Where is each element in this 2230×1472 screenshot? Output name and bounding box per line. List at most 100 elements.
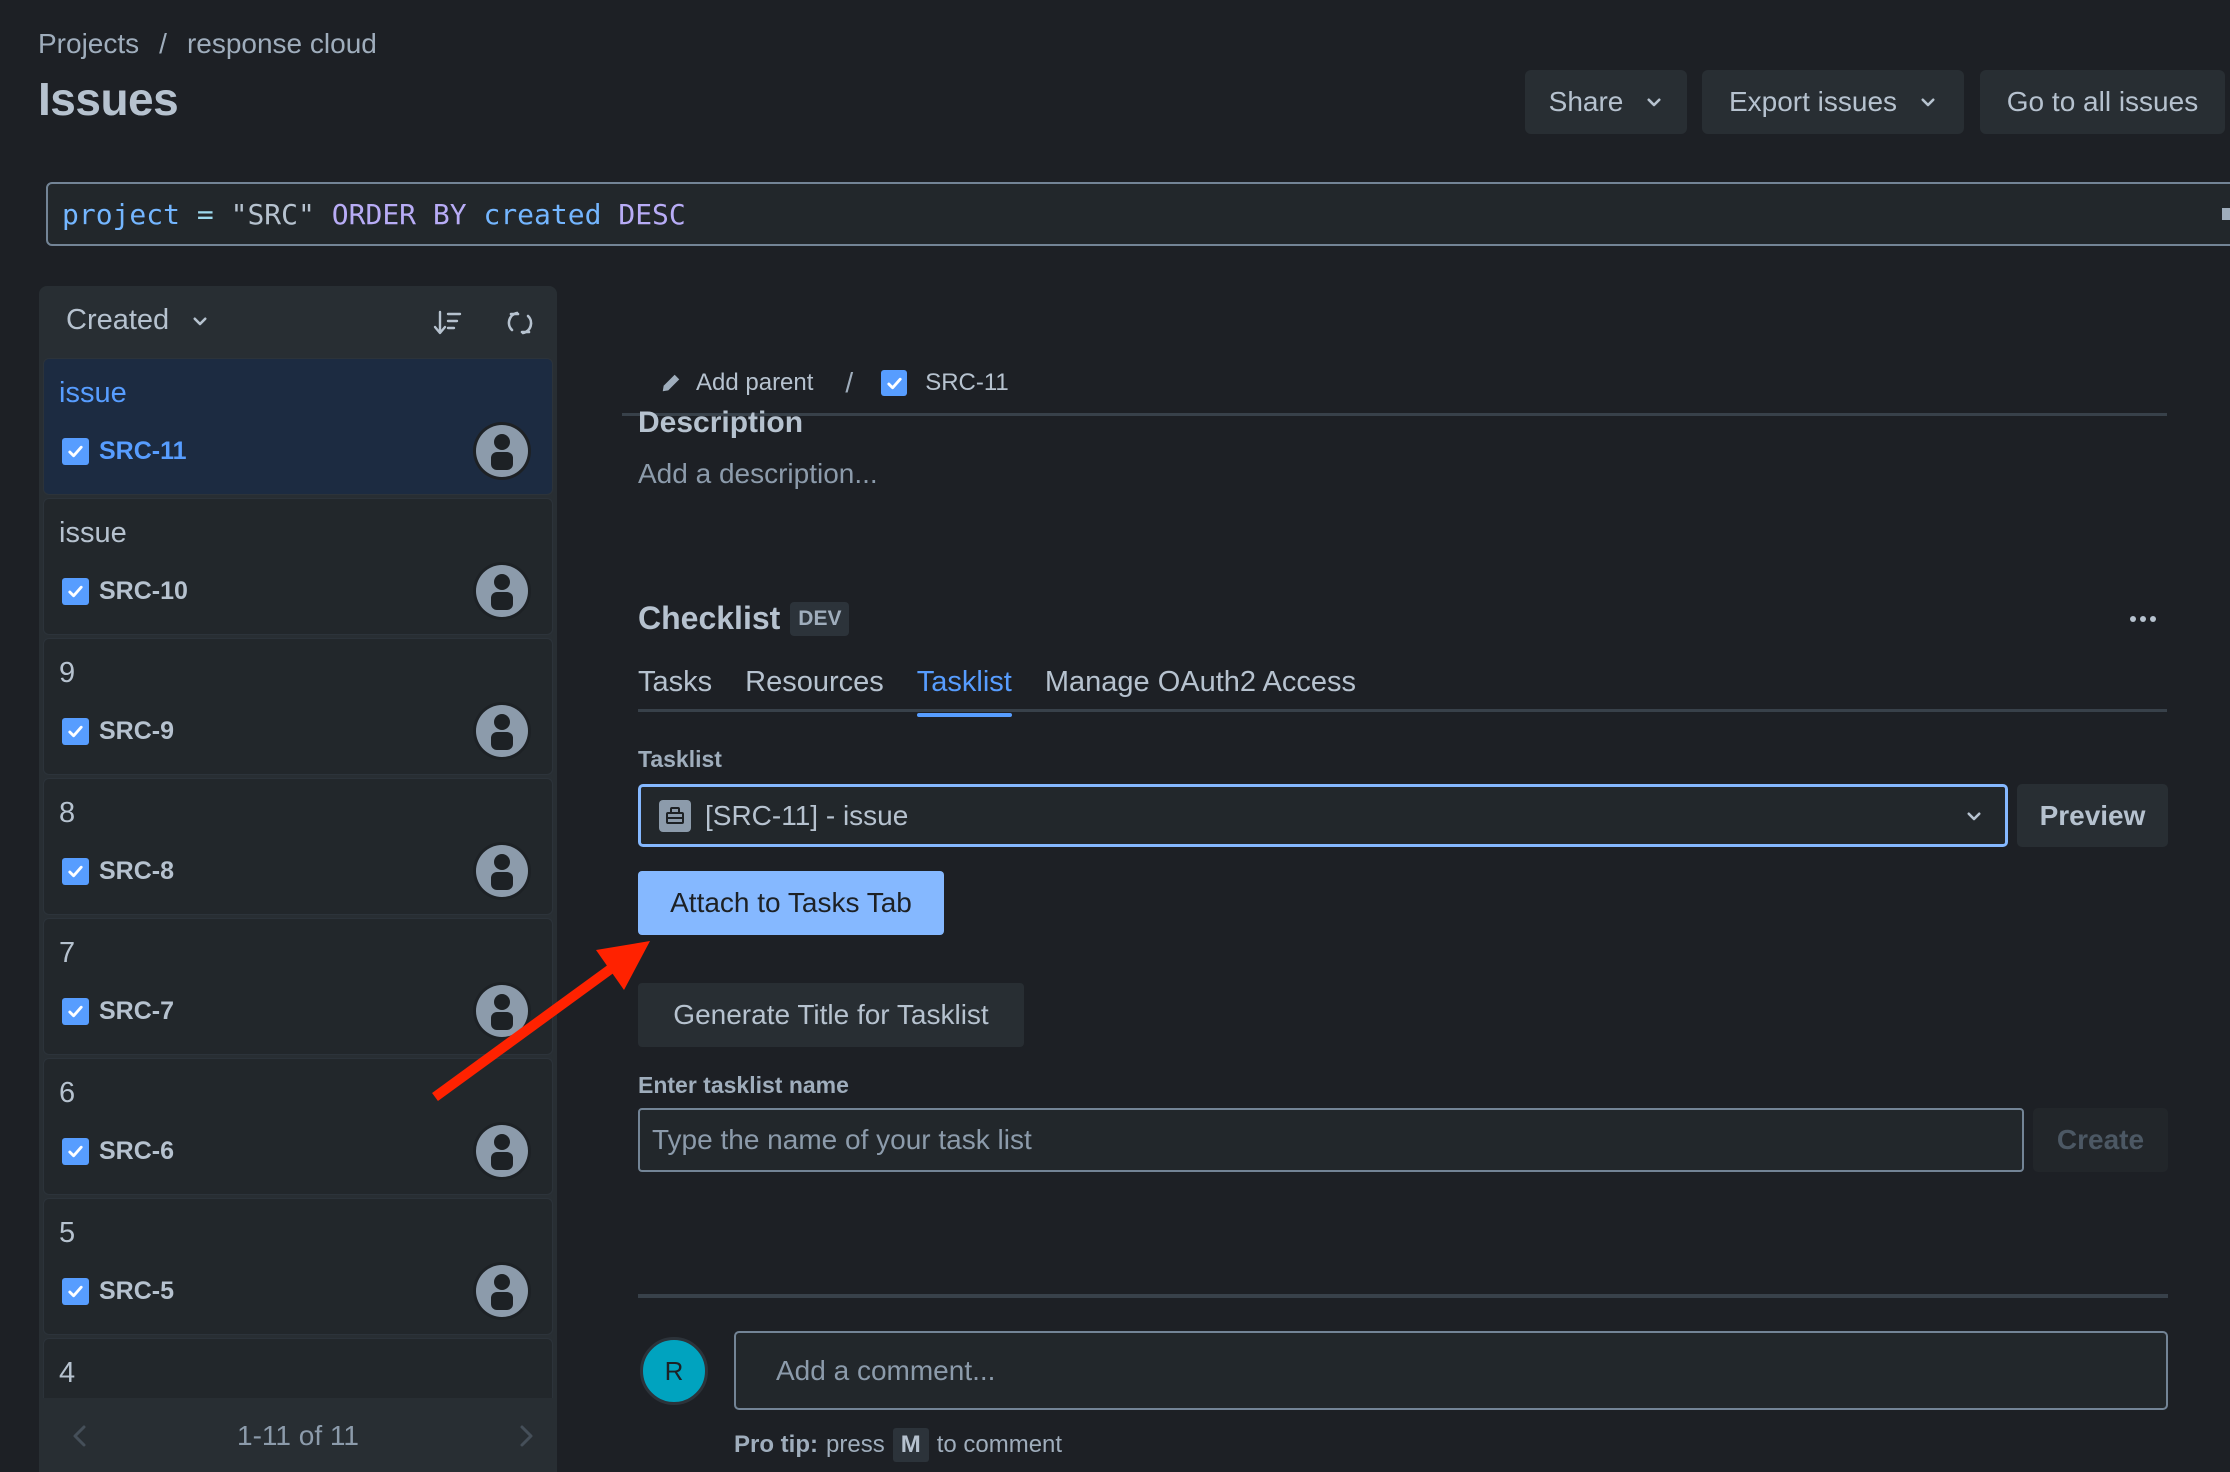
- chevron-down-icon: [193, 316, 207, 325]
- issue-key-row: SRC-8: [62, 857, 174, 886]
- pro-tip-text: press: [826, 1431, 885, 1458]
- chevron-down-icon: [1647, 98, 1661, 107]
- issue-key: SRC-9: [99, 717, 175, 745]
- issue-key-row: SRC-10: [62, 577, 188, 606]
- refresh-icon[interactable]: [505, 308, 535, 338]
- unassigned-avatar-icon[interactable]: [476, 1125, 528, 1177]
- task-type-icon: [62, 1278, 89, 1305]
- jql-operator: =: [196, 197, 214, 231]
- pro-tip: Pro tip: press M to comment: [734, 1428, 1062, 1462]
- pagination-label: 1-11 of 11: [237, 1420, 359, 1451]
- tab-tasklist[interactable]: Tasklist: [916, 664, 1012, 717]
- comment-input[interactable]: [734, 1331, 2168, 1410]
- sort-order-icon[interactable]: [433, 308, 463, 338]
- more-options-button[interactable]: [2128, 604, 2158, 634]
- issue-summary: 8: [59, 797, 76, 829]
- issue-key-row: SRC-6: [62, 1137, 174, 1166]
- tasklist-select[interactable]: [SRC-11] - issue: [638, 784, 2008, 847]
- pencil-icon: [662, 374, 680, 392]
- issue-summary: 5: [59, 1217, 76, 1249]
- issue-key-link[interactable]: SRC-11: [925, 369, 1009, 397]
- issue-list-panel: Created issue SRC-11 issue SRC-10 9 SRC-9 8 SRC…: [39, 286, 557, 1472]
- issue-list: issue SRC-11 issue SRC-10 9 SRC-9 8 SRC-8 7 SRC-7…: [43, 358, 553, 1398]
- breadcrumb-project[interactable]: response cloud: [187, 28, 377, 60]
- task-type-icon: [62, 998, 89, 1025]
- issue-list-header: Created: [39, 286, 557, 358]
- issue-key: SRC-8: [99, 857, 175, 885]
- generate-title-button[interactable]: Generate Title for Tasklist: [638, 983, 1024, 1047]
- issue-list-item[interactable]: issue SRC-11: [43, 358, 553, 495]
- issue-list-item[interactable]: 8 SRC-8: [43, 778, 553, 915]
- jql-field: project: [62, 197, 181, 231]
- breadcrumb: Projects / response cloud: [38, 28, 377, 60]
- attach-to-tasks-tab-button[interactable]: Attach to Tasks Tab: [638, 871, 944, 935]
- issue-key-row: SRC-11: [62, 437, 187, 466]
- tabs-divider: [638, 709, 2167, 712]
- description-heading: Description: [638, 406, 804, 439]
- keyboard-shortcut-key: M: [892, 1428, 929, 1462]
- issue-breadcrumb: Add parent / SRC-11: [660, 366, 1009, 400]
- tab-resources[interactable]: Resources: [745, 664, 884, 712]
- jql-query-input[interactable]: project = "SRC" ORDER BY created DESC: [46, 182, 2230, 246]
- task-type-icon: [881, 370, 908, 396]
- tasklist-selected-value: [SRC-11] - issue: [705, 799, 909, 831]
- task-type-icon: [62, 578, 89, 605]
- issue-list-item[interactable]: 9 SRC-9: [43, 638, 553, 775]
- checklist-title: Checklist: [638, 600, 781, 636]
- checklist-tabs: Tasks Resources Tasklist Manage OAuth2 A…: [638, 664, 1389, 717]
- chevron-down-icon: [1967, 812, 1981, 821]
- jql-direction: DESC: [618, 197, 686, 231]
- issue-list-item[interactable]: 7 SRC-7: [43, 918, 553, 1055]
- divider: [622, 413, 2167, 416]
- expand-icon[interactable]: [2222, 208, 2230, 220]
- task-type-icon: [62, 1138, 89, 1165]
- issue-key: SRC-6: [99, 1137, 175, 1165]
- chevron-right-icon[interactable]: [513, 1422, 539, 1450]
- issue-summary: 6: [59, 1077, 76, 1109]
- chevron-down-icon: [1921, 98, 1935, 107]
- sort-by-dropdown[interactable]: Created: [66, 304, 209, 337]
- pagination: 1-11 of 11: [39, 1400, 557, 1472]
- task-type-icon: [62, 438, 89, 465]
- issue-list-item[interactable]: 6 SRC-6: [43, 1058, 553, 1195]
- unassigned-avatar-icon[interactable]: [476, 565, 528, 617]
- unassigned-avatar-icon[interactable]: [476, 845, 528, 897]
- issue-summary: 7: [59, 937, 76, 969]
- issue-key-row: SRC-5: [62, 1277, 174, 1306]
- unassigned-avatar-icon[interactable]: [476, 1265, 528, 1317]
- create-button: Create: [2033, 1108, 2168, 1172]
- issue-list-item[interactable]: 4: [43, 1338, 553, 1398]
- divider: [638, 1294, 2168, 1298]
- add-parent-link[interactable]: Add parent: [696, 369, 813, 397]
- export-issues-button[interactable]: Export issues: [1702, 70, 1964, 134]
- issue-key-row: SRC-9: [62, 717, 174, 746]
- tasklist-name-label: Enter tasklist name: [638, 1072, 849, 1098]
- description-field[interactable]: Add a description...: [638, 458, 878, 490]
- unassigned-avatar-icon[interactable]: [476, 985, 528, 1037]
- tab-tasks[interactable]: Tasks: [638, 664, 712, 712]
- issue-key: SRC-11: [99, 437, 187, 465]
- sort-by-label: Created: [66, 304, 170, 336]
- share-button[interactable]: Share: [1525, 70, 1687, 134]
- dev-badge: DEV: [790, 601, 850, 636]
- pro-tip-label: Pro tip:: [734, 1431, 818, 1458]
- breadcrumb-projects[interactable]: Projects: [38, 28, 139, 60]
- unassigned-avatar-icon[interactable]: [476, 425, 528, 477]
- issue-key: SRC-10: [99, 577, 188, 605]
- unassigned-avatar-icon[interactable]: [476, 705, 528, 757]
- checklist-heading: Checklist DEV: [638, 600, 850, 637]
- export-label: Export issues: [1728, 86, 1898, 117]
- tasklist-name-input[interactable]: [638, 1108, 2024, 1172]
- chevron-left-icon[interactable]: [67, 1422, 93, 1450]
- issue-key: SRC-5: [99, 1277, 175, 1305]
- preview-button[interactable]: Preview: [2017, 784, 2168, 847]
- more-icon-dot: [2130, 616, 2136, 622]
- issue-list-item[interactable]: 5 SRC-5: [43, 1198, 553, 1335]
- avatar: R: [640, 1337, 708, 1405]
- task-type-icon: [62, 718, 89, 745]
- task-type-icon: [62, 858, 89, 885]
- go-to-all-issues-button[interactable]: Go to all issues: [1980, 70, 2225, 134]
- jql-order-keyword: ORDER BY: [331, 197, 467, 231]
- issue-list-item[interactable]: issue SRC-10: [43, 498, 553, 635]
- tab-manage-oauth2-access[interactable]: Manage OAuth2 Access: [1045, 664, 1356, 712]
